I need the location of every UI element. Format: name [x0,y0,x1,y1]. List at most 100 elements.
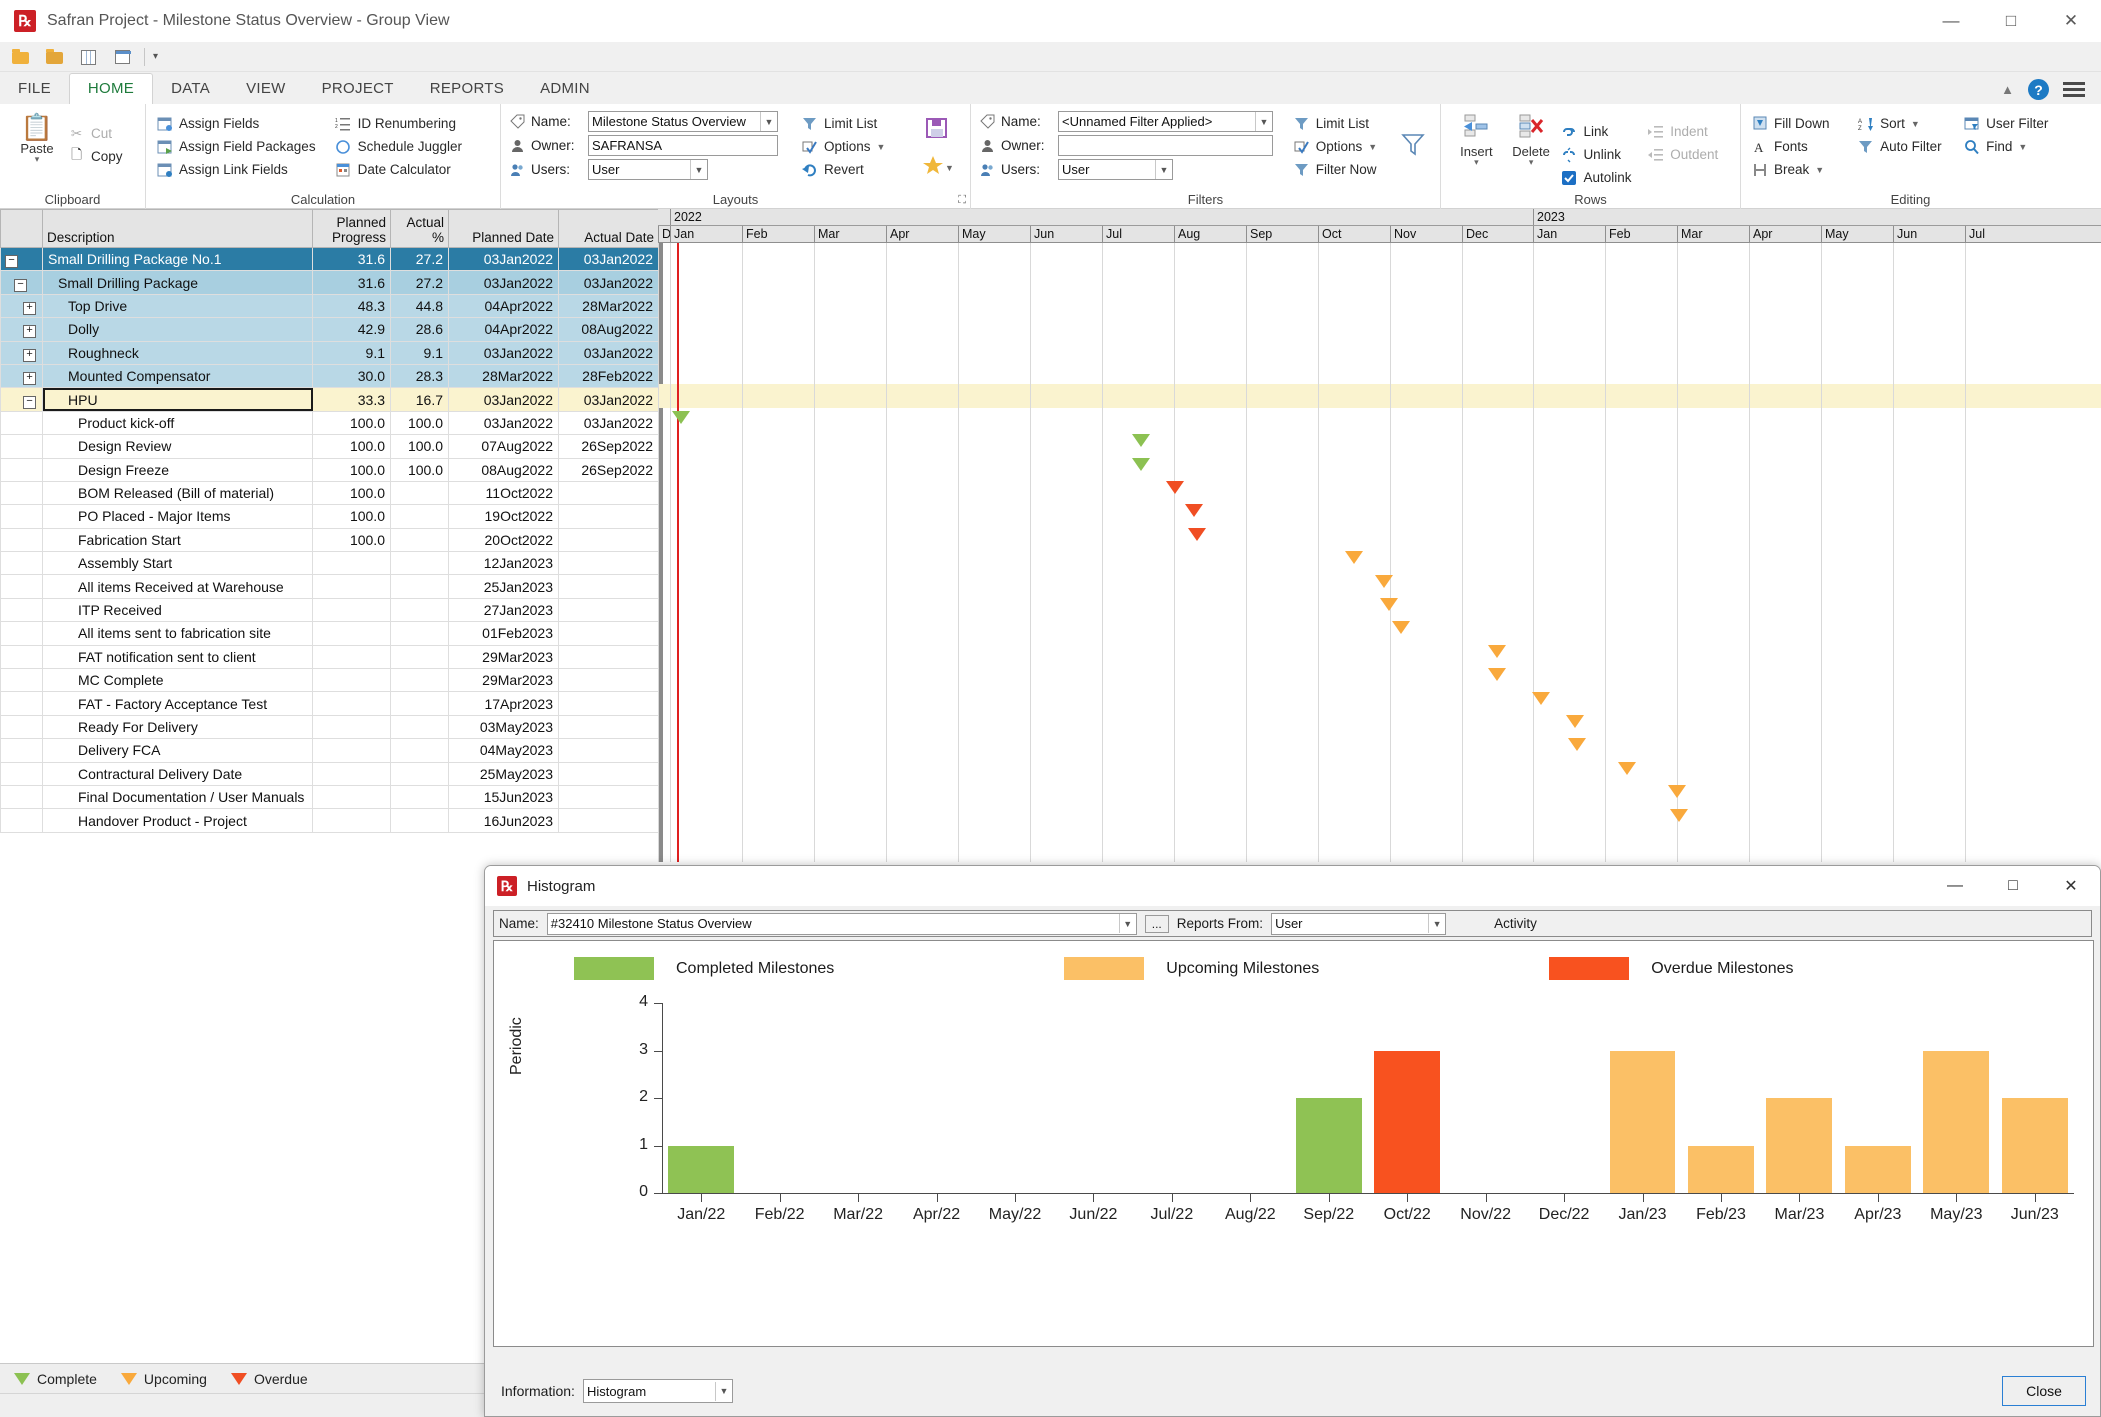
table-row[interactable]: ITP Received 27Jan2023 [0,598,658,623]
tab-file[interactable]: FILE [0,74,69,104]
layouts-options-caret-icon[interactable]: ▼ [877,142,886,152]
gantt-milestone-marker[interactable] [672,410,690,424]
table-row[interactable]: − Small Drilling Package 31.6 27.2 03Jan2022… [0,270,658,295]
gantt-milestone-marker[interactable] [1566,715,1584,728]
activity-grid[interactable]: Description Planned Progress Actual % Pl… [0,209,658,862]
expander-icon[interactable]: + [23,301,36,315]
row-expander-toggle[interactable]: − [0,247,43,272]
table-row[interactable]: FAT notification sent to client 29Mar2023 [0,645,658,670]
minimize-icon[interactable]: — [1926,866,1984,906]
favorite-layout-icon[interactable]: ▼ [922,155,954,181]
find-button[interactable]: Find ▼ [1961,136,2072,157]
grid-col-planned-date[interactable]: Planned Date [448,209,559,248]
layout-owner-input[interactable]: SAFRANSA [588,135,778,156]
menu-icon[interactable] [2063,82,2085,97]
table-row[interactable]: Assembly Start 12Jan2023 [0,551,658,576]
sort-button[interactable]: AZ Sort ▼ [1855,113,1961,134]
open-project-icon[interactable] [42,46,68,68]
filters-limit-list-button[interactable]: Limit List [1291,113,1393,134]
gantt-milestone-marker[interactable] [1532,691,1550,705]
gantt-milestone-marker[interactable] [1185,504,1203,518]
break-caret-icon[interactable]: ▼ [1815,165,1824,175]
row-expander-toggle[interactable]: − [0,270,43,295]
chevron-down-icon[interactable]: ▼ [690,160,707,179]
form-view-icon[interactable] [110,46,136,68]
row-expander-toggle[interactable]: + [0,317,43,342]
layouts-limit-list-button[interactable]: Limit List [799,113,914,134]
unlink-button[interactable]: Unlink [1558,144,1645,165]
chevron-down-icon[interactable]: ▼ [1118,914,1136,933]
help-icon[interactable]: ? [2028,79,2049,100]
tab-view[interactable]: VIEW [228,74,304,104]
indent-button[interactable]: Indent [1645,121,1732,142]
table-row[interactable]: + Roughneck 9.1 9.1 03Jan2022 03Jan2022 [0,341,658,365]
autolink-checkbox[interactable]: Autolink [1558,167,1645,188]
gantt-milestone-marker[interactable] [1188,527,1206,541]
gantt-milestone-marker[interactable] [1670,808,1688,822]
date-calculator-button[interactable]: Date Calculator [333,159,492,180]
filter-owner-input[interactable] [1058,135,1273,156]
tab-admin[interactable]: ADMIN [522,74,608,104]
chevron-down-icon[interactable]: ▼ [1255,112,1272,131]
expander-icon[interactable]: + [23,325,36,339]
chevron-down-icon[interactable]: ▼ [1428,914,1445,933]
schedule-juggler-button[interactable]: Schedule Juggler [333,136,492,157]
maximize-icon[interactable]: □ [1981,0,2041,42]
table-row[interactable]: Product kick-off 100.0 100.0 03Jan2022 03Jan… [0,411,658,436]
grid-view-icon[interactable] [76,46,102,68]
insert-button[interactable]: Insert ▾ [1449,111,1504,168]
layouts-revert-button[interactable]: Revert [799,159,914,180]
fonts-button[interactable]: A Fonts [1749,136,1855,157]
filter-now-button[interactable]: Filter Now [1291,159,1393,180]
break-button[interactable]: Break ▼ [1749,159,1855,180]
filters-options-caret-icon[interactable]: ▼ [1368,142,1377,152]
row-expander-toggle[interactable]: − [0,387,43,412]
expander-icon[interactable]: + [23,348,36,362]
table-row[interactable]: BOM Released (Bill of material) 100.0 11Oc… [0,481,658,506]
tab-project[interactable]: PROJECT [304,74,412,104]
table-row[interactable]: + Top Drive 48.3 44.8 04Apr2022 28Mar2022 [0,294,658,319]
table-row[interactable]: FAT - Factory Acceptance Test 17Apr2023 [0,691,658,716]
maximize-icon[interactable]: □ [1984,866,2042,906]
table-row[interactable]: Delivery FCA 04May2023 [0,738,658,763]
chevron-down-icon[interactable]: ▼ [760,112,777,131]
table-row[interactable]: + Mounted Compensator 30.0 28.3 28Mar2022 28F… [0,364,658,389]
histogram-name-select[interactable]: #32410 Milestone Status Overview ▼ [546,912,1137,935]
layout-name-select[interactable]: Milestone Status Overview ▼ [588,111,778,132]
gantt-milestone-marker[interactable] [1488,644,1506,658]
cut-button[interactable]: ✂ Cut [66,123,129,144]
assign-field-packages-button[interactable]: Assign Field Packages [154,136,333,157]
fill-down-button[interactable]: Fill Down [1749,113,1855,134]
copy-button[interactable]: 🗋 Copy [66,146,129,167]
close-button[interactable]: Close [2002,1376,2086,1406]
grid-col-expander[interactable] [0,209,43,248]
assign-link-fields-button[interactable]: Assign Link Fields [154,159,333,180]
close-icon[interactable]: ✕ [2042,866,2100,906]
table-row[interactable]: Design Freeze 100.0 100.0 08Aug2022 26Sep202… [0,458,658,482]
table-row[interactable]: Ready For Delivery 03May2023 [0,715,658,740]
gantt-milestone-marker[interactable] [1618,761,1636,775]
paste-dropdown-icon[interactable]: ▾ [35,154,40,165]
table-row[interactable]: Final Documentation / User Manuals 15Jun2… [0,785,658,810]
qat-overflow-icon[interactable]: ▾ [153,51,158,62]
paste-button[interactable]: 📋 Paste ▾ [8,111,66,165]
table-row[interactable]: Fabrication Start 100.0 20Oct2022 [0,528,658,553]
gantt-milestone-marker[interactable] [1488,668,1506,682]
delete-dropdown-icon[interactable]: ▾ [1529,157,1534,168]
tab-data[interactable]: DATA [153,74,228,104]
table-row[interactable]: MC Complete 29Mar2023 [0,668,658,693]
tab-reports[interactable]: REPORTS [412,74,522,104]
grid-col-actual-pct[interactable]: Actual % [390,209,449,248]
layout-users-select[interactable]: User ▼ [588,159,708,180]
chevron-down-icon[interactable]: ▼ [714,1381,732,1401]
assign-fields-button[interactable]: Assign Fields [154,113,333,134]
row-expander-toggle[interactable]: + [0,341,43,365]
layouts-dialog-launcher-icon[interactable]: ⛶ [958,194,966,207]
table-row[interactable]: All items sent to fabrication site 01Feb2… [0,621,658,646]
gantt-milestone-marker[interactable] [1668,785,1686,799]
close-icon[interactable]: ✕ [2041,0,2101,42]
table-row[interactable]: Handover Product - Project 16Jun2023 [0,808,658,833]
id-renumbering-button[interactable]: 12 ID Renumbering [333,113,492,134]
histogram-dialog[interactable]: ℞ Histogram — □ ✕ Name: #32410 Milestone… [484,865,2101,1417]
sort-caret-icon[interactable]: ▼ [1911,119,1920,129]
